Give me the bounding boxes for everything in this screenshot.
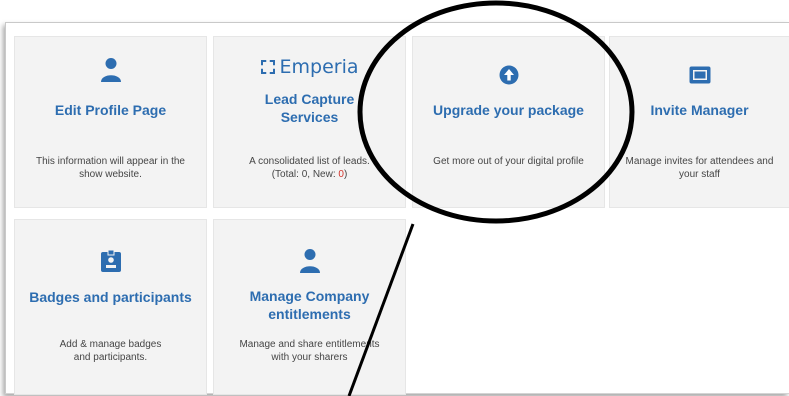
card-title: Edit Profile Page xyxy=(54,102,167,118)
card-title: Upgrade your package xyxy=(433,102,584,118)
user-icon xyxy=(15,57,206,83)
emperia-logo: Emperia xyxy=(214,56,405,78)
card-lead-capture[interactable]: Emperia Lead Capture Services A consolid… xyxy=(213,36,406,208)
card-description: This information will appear in the show… xyxy=(36,156,185,180)
card-description: Manage and share entitlements with your … xyxy=(239,339,380,363)
email-icon xyxy=(610,66,789,84)
card-description: A consolidated list of leads. (Total: 0,… xyxy=(242,155,377,181)
card-title: Manage Company entitlements xyxy=(249,288,370,322)
card-title: Lead Capture Services xyxy=(264,91,355,125)
card-description: Add & manage badges and participants. xyxy=(59,339,162,363)
leads-summary-close: ) xyxy=(343,169,348,180)
card-description: Manage invites for attendees and your st… xyxy=(625,156,774,180)
upload-arrow-icon xyxy=(413,65,604,85)
badge-icon xyxy=(15,250,206,272)
card-description: Get more out of your digital profile xyxy=(433,156,584,167)
card-title: Invite Manager xyxy=(650,102,749,118)
user-icon xyxy=(214,248,405,274)
card-edit-profile[interactable]: Edit Profile Page This information will … xyxy=(14,36,207,208)
emperia-bracket-icon xyxy=(260,60,275,74)
dashboard-panel: Edit Profile Page This information will … xyxy=(5,22,789,395)
card-upgrade-package[interactable]: Upgrade your package Get more out of you… xyxy=(412,36,605,208)
card-invite-manager[interactable]: Invite Manager Manage invites for attend… xyxy=(609,36,789,208)
card-company-entitlements[interactable]: Manage Company entitlements Manage and s… xyxy=(213,219,406,395)
card-badges-participants[interactable]: Badges and participants Add & manage bad… xyxy=(14,219,207,395)
emperia-brand-text: Emperia xyxy=(279,56,359,78)
card-title: Badges and participants xyxy=(29,289,192,305)
leads-summary-text: A consolidated list of leads. (Total: 0,… xyxy=(249,156,370,180)
